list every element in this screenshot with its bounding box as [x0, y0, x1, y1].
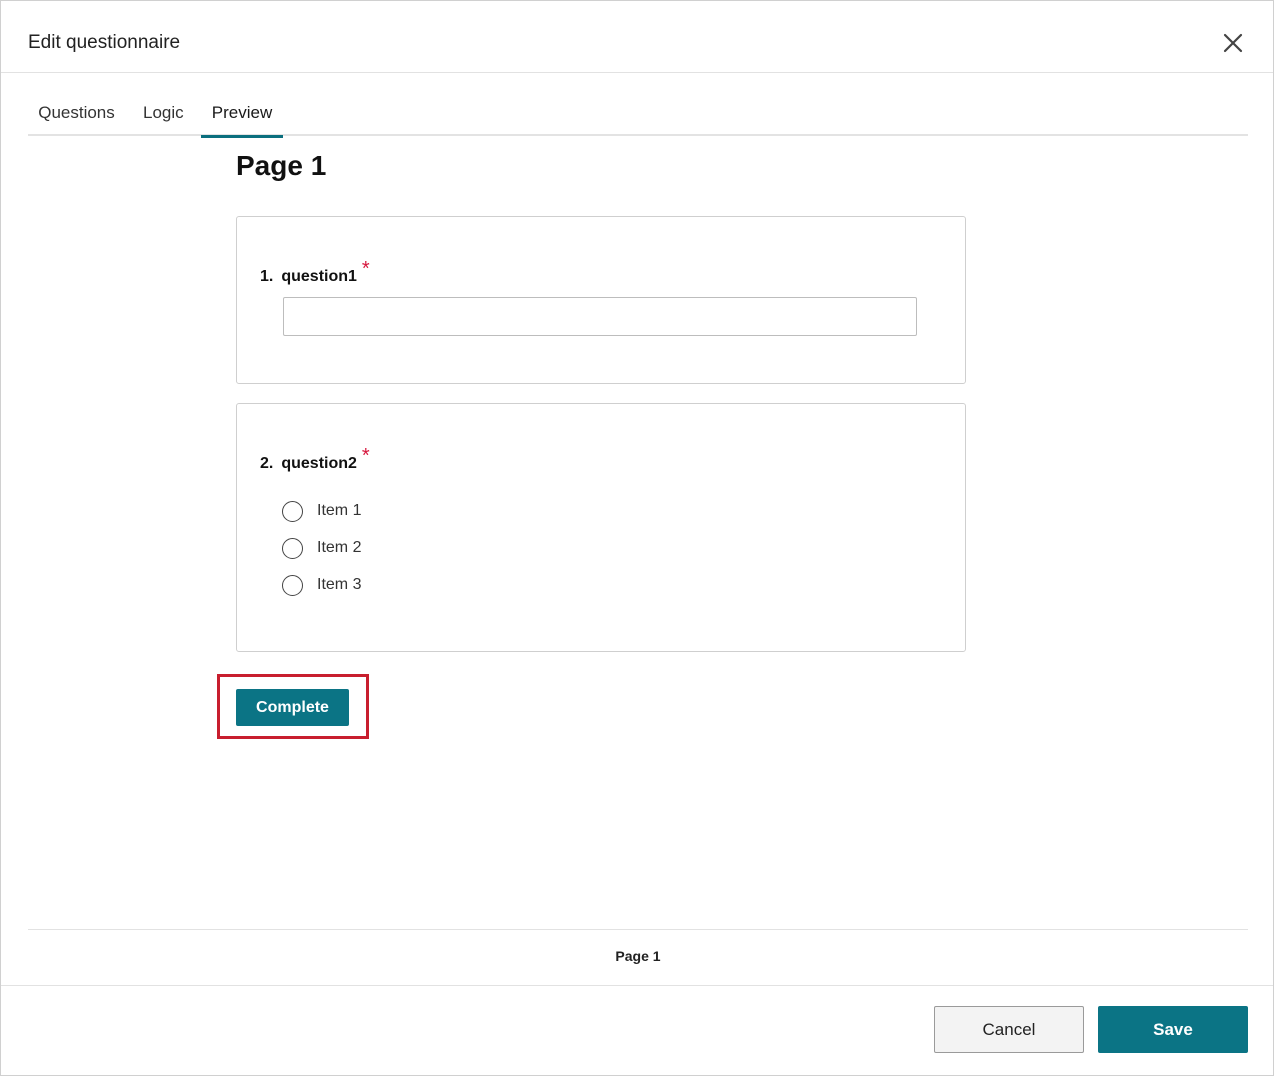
tab-questions[interactable]: Questions: [38, 99, 115, 136]
radio-option-item-3[interactable]: Item 3: [282, 573, 361, 597]
question-name: question2: [281, 455, 357, 472]
radio-option-item-1[interactable]: Item 1: [282, 499, 361, 523]
page-heading: Page 1: [236, 150, 327, 181]
dialog-action-bar: Cancel Save: [1, 985, 1273, 1076]
question-card-1: 1. question1 *: [236, 216, 966, 384]
question-number: 1.: [260, 268, 274, 285]
close-button[interactable]: [1221, 31, 1245, 55]
required-marker: *: [361, 258, 370, 280]
question-card-2: 2. question2 * Item 1 Item 2 Item 3: [236, 403, 966, 652]
tab-logic-label: Logic: [143, 103, 184, 122]
complete-button[interactable]: Complete: [236, 689, 349, 726]
tab-preview[interactable]: Preview: [201, 99, 283, 138]
tab-preview-label: Preview: [211, 103, 273, 122]
question-name: question1: [281, 268, 357, 285]
footer-divider: [28, 929, 1248, 930]
radio-label: Item 2: [317, 539, 362, 556]
dialog-title: Edit questionnaire: [28, 32, 181, 53]
cancel-button[interactable]: Cancel: [934, 1006, 1084, 1053]
tab-bar: Questions Logic Preview: [28, 89, 1248, 138]
close-icon: [1223, 33, 1243, 53]
question1-text-input[interactable]: [283, 297, 917, 336]
question-title: 2. question2 *: [260, 445, 370, 475]
radio-option-item-2[interactable]: Item 2: [282, 536, 361, 560]
radio-label: Item 1: [317, 502, 362, 519]
radio-label: Item 3: [317, 576, 362, 593]
radio-button[interactable]: [282, 537, 303, 559]
edit-questionnaire-dialog: Edit questionnaire Questions Logic Previ…: [0, 0, 1274, 1076]
question-title: 1. question1 *: [260, 258, 370, 288]
dialog-header: Edit questionnaire: [1, 1, 1273, 73]
radio-button[interactable]: [282, 500, 303, 522]
radio-button[interactable]: [282, 574, 303, 596]
save-button[interactable]: Save: [1098, 1006, 1248, 1053]
question-number: 2.: [260, 455, 274, 472]
required-marker: *: [361, 445, 370, 467]
tab-questions-label: Questions: [38, 103, 115, 122]
tab-logic[interactable]: Logic: [143, 99, 184, 136]
page-indicator: Page 1: [615, 948, 661, 964]
